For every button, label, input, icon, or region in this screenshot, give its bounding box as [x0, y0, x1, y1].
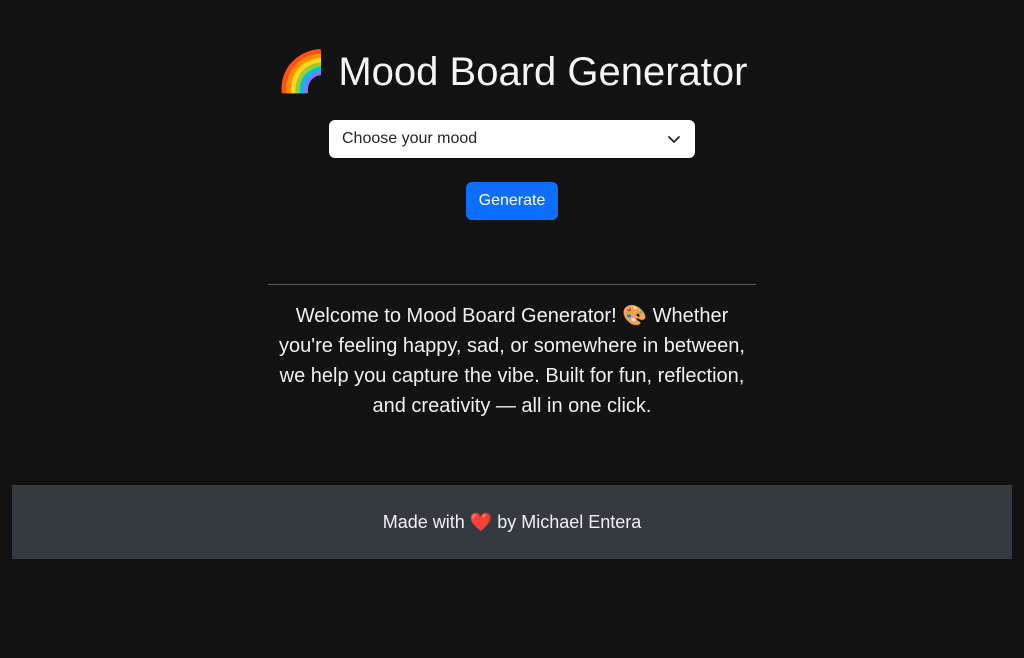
heart-icon: ❤️ [469, 511, 493, 532]
footer: Made with ❤️ by Michael Entera [12, 485, 1012, 559]
divider [268, 284, 756, 285]
mood-select-value: Choose your mood [342, 130, 478, 147]
page-title-text: Mood Board Generator [338, 50, 748, 94]
footer-prefix: Made with [382, 511, 465, 532]
footer-author: by Michael Entera [497, 511, 642, 532]
page-title: 🌈 Mood Board Generator [0, 48, 1024, 96]
chevron-down-icon [668, 136, 680, 143]
mood-select[interactable]: Choose your mood [329, 120, 695, 158]
page: 🌈 Mood Board Generator Choose your mood G… [0, 0, 1024, 658]
welcome-text: Welcome to Mood Board Generator! 🎨 Wheth… [279, 305, 745, 417]
rainbow-icon: 🌈 [276, 50, 327, 94]
generate-button[interactable]: Generate [466, 182, 558, 220]
